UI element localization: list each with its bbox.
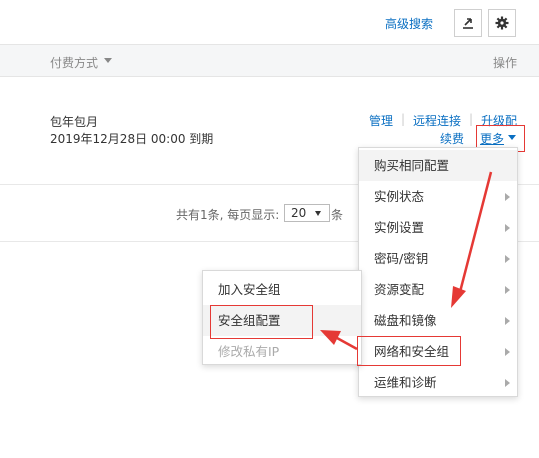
pagination-unit: 条: [331, 208, 344, 222]
chevron-right-icon: [505, 255, 510, 263]
renew-link[interactable]: 续费: [440, 130, 464, 147]
column-header-payment[interactable]: 付费方式: [50, 54, 98, 71]
settings-button[interactable]: [488, 9, 516, 37]
chevron-right-icon: [505, 224, 510, 232]
menu-item-modify-private-ip: 修改私有IP: [218, 344, 280, 359]
page-size-select[interactable]: 20: [284, 204, 330, 222]
menu-item-instance-settings[interactable]: 实例设置: [359, 212, 517, 243]
column-header-operations: 操作: [493, 56, 518, 70]
separator: |: [469, 112, 474, 126]
caret-down-icon[interactable]: [315, 211, 321, 216]
payment-type: 包年包月: [50, 115, 99, 129]
pagination-summary: 共有1条, 每页显示:: [176, 208, 280, 222]
menu-item-join-security-group[interactable]: 加入安全组: [203, 274, 361, 305]
chevron-right-icon: [505, 286, 510, 294]
expire-date: 2019年12月28日 00:00 到期: [50, 132, 214, 146]
export-button[interactable]: [454, 9, 482, 37]
menu-item-password-key[interactable]: 密码/密钥: [359, 243, 517, 274]
caret-down-icon[interactable]: [104, 58, 112, 63]
menu-item-ops-diagnose[interactable]: 运维和诊断: [359, 367, 517, 398]
page-size-value: 20: [291, 206, 307, 220]
separator: |: [401, 112, 406, 126]
remote-connect-link[interactable]: 远程连接: [413, 112, 461, 129]
menu-item-resource-change[interactable]: 资源变配: [359, 274, 517, 305]
export-icon: [463, 18, 473, 29]
network-highlight-box: [357, 336, 461, 366]
manage-link[interactable]: 管理: [369, 112, 393, 129]
sg-config-highlight-box: [210, 305, 313, 339]
menu-item-disk-image[interactable]: 磁盘和镜像: [359, 305, 517, 336]
advanced-search-link[interactable]: 高级搜索: [385, 15, 433, 32]
gear-icon: [495, 16, 509, 30]
menu-item-buy-same[interactable]: 购买相同配置: [359, 150, 517, 181]
chevron-right-icon: [505, 317, 510, 325]
chevron-right-icon: [505, 379, 510, 387]
menu-item-instance-status[interactable]: 实例状态: [359, 181, 517, 212]
chevron-right-icon: [505, 348, 510, 356]
chevron-right-icon: [505, 193, 510, 201]
